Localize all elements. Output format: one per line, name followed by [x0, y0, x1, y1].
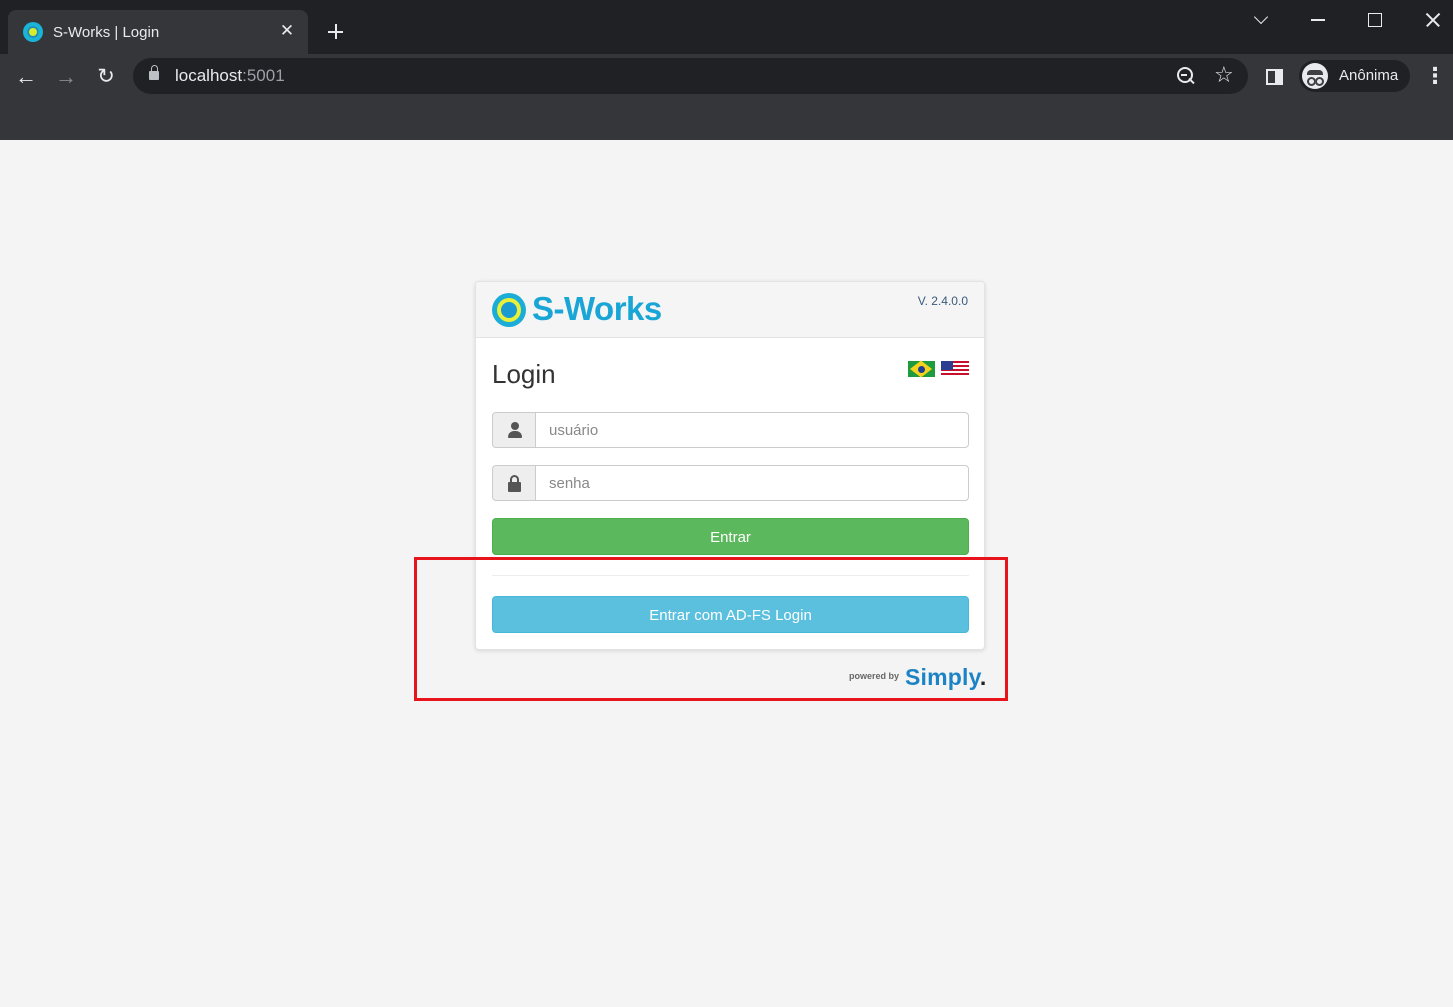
- back-arrow-icon[interactable]: ←: [12, 63, 40, 91]
- password-addon: [492, 465, 536, 501]
- login-title: Login: [492, 359, 556, 389]
- login-submit-button[interactable]: Entrar: [492, 518, 969, 555]
- user-icon: [508, 422, 522, 438]
- reload-icon[interactable]: ↻: [92, 63, 120, 91]
- profile-button[interactable]: Anônima: [1299, 60, 1410, 92]
- username-addon: [492, 412, 536, 448]
- lock-icon[interactable]: [149, 65, 159, 80]
- zoom-minus-mark: [1181, 74, 1187, 76]
- browser-tab[interactable]: S-Works | Login ✕: [8, 10, 308, 54]
- incognito-icon: [1302, 63, 1328, 89]
- tab-title: S-Works | Login: [53, 24, 160, 41]
- minimize-icon[interactable]: [1303, 6, 1333, 34]
- kebab-menu-icon[interactable]: ⋮: [1424, 63, 1446, 91]
- forward-arrow-icon[interactable]: →: [52, 63, 80, 91]
- url-port: :5001: [242, 66, 285, 85]
- maximize-icon[interactable]: [1360, 6, 1390, 34]
- profile-label: Anônima: [1339, 67, 1399, 84]
- padlock-icon: [508, 475, 521, 492]
- usa-flag-icon[interactable]: [941, 361, 969, 377]
- login-panel-header: S-Works V. 2.4.0.0: [476, 282, 984, 338]
- password-input[interactable]: [535, 465, 969, 501]
- version-label: V. 2.4.0.0: [917, 294, 968, 308]
- browser-titlebar: S-Works | Login ✕: [0, 0, 1453, 54]
- browser-toolbar: ← → ↻ localhost:5001 ☆ Anônima ⋮: [0, 54, 1453, 140]
- page-body: S-Works V. 2.4.0.0 Login Entrar Entrar c…: [0, 140, 1453, 1007]
- tab-search-chevron-down-icon[interactable]: [1247, 6, 1277, 34]
- annotation-highlight-box: [414, 557, 1008, 701]
- username-input[interactable]: [535, 412, 969, 448]
- url-text[interactable]: localhost:5001: [175, 66, 285, 86]
- new-tab-icon[interactable]: [322, 18, 350, 46]
- username-group: [492, 412, 969, 448]
- tab-close-icon[interactable]: ✕: [276, 20, 298, 42]
- url-host: localhost: [175, 66, 243, 85]
- window-close-icon[interactable]: [1418, 6, 1448, 34]
- brand-name: S-Works: [532, 290, 662, 327]
- favicon-sworks-icon: [23, 22, 43, 42]
- brazil-flag-icon[interactable]: [908, 361, 935, 377]
- side-panel-icon[interactable]: [1266, 69, 1283, 85]
- address-bar[interactable]: localhost:5001 ☆: [133, 58, 1248, 94]
- sworks-logo-icon: [492, 293, 526, 327]
- password-group: [492, 465, 969, 501]
- bookmark-star-icon[interactable]: ☆: [1214, 62, 1234, 88]
